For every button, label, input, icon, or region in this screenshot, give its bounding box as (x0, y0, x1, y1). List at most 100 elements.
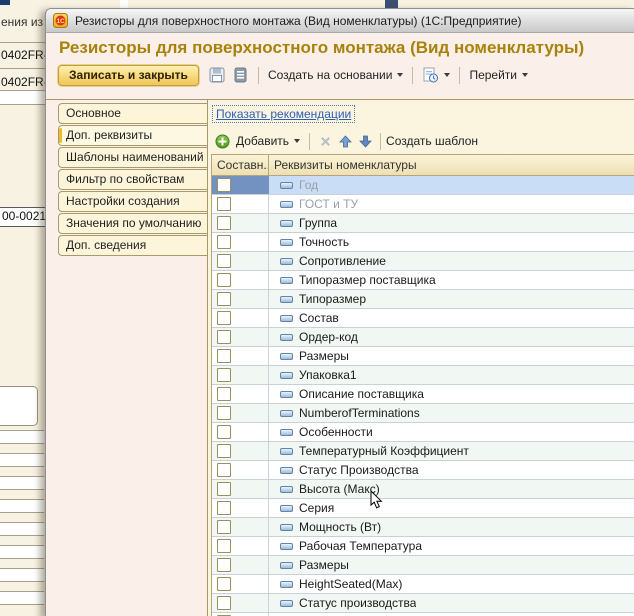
table-row[interactable]: Температурный Коэффициент (212, 442, 634, 461)
attribute-icon (280, 334, 293, 341)
attribute-cell[interactable]: Статус производства (269, 594, 634, 612)
move-up-button[interactable] (335, 131, 355, 151)
table-row[interactable]: Размеры (212, 347, 634, 366)
table-row[interactable]: Серия (212, 499, 634, 518)
row-checkbox[interactable] (217, 330, 231, 344)
attribute-cell[interactable]: Описание поставщика (269, 385, 634, 403)
table-row[interactable]: Высота (Макс) (212, 480, 634, 499)
table-row[interactable]: Ордер-код (212, 328, 634, 347)
table-row[interactable]: Точность (212, 233, 634, 252)
attribute-icon (280, 524, 293, 531)
attribute-label: Состав (299, 311, 339, 325)
reports-button[interactable] (418, 67, 454, 83)
row-checkbox[interactable] (217, 482, 231, 496)
table-row[interactable]: Типоразмер (212, 290, 634, 309)
row-checkbox[interactable] (217, 235, 231, 249)
row-checkbox[interactable] (217, 577, 231, 591)
go-to-button[interactable]: Перейти (465, 68, 532, 82)
row-checkbox[interactable] (217, 292, 231, 306)
attribute-cell[interactable]: Группа (269, 214, 634, 232)
save-and-close-button[interactable]: Записать и закрыть (58, 65, 199, 86)
row-checkbox[interactable] (217, 311, 231, 325)
attribute-cell[interactable]: Высота (Макс) (269, 480, 634, 498)
sidebar-tab-1[interactable]: Основное (58, 103, 207, 124)
table-row[interactable]: Описание поставщика (212, 385, 634, 404)
window-title-bar[interactable]: 1С Резисторы для поверхностного монтажа … (46, 9, 634, 33)
table-row[interactable]: Рабочая Температура (212, 537, 634, 556)
attribute-cell[interactable]: HeightSeated(Max) (269, 575, 634, 593)
table-row[interactable]: Статус производства (212, 594, 634, 613)
row-checkbox[interactable] (217, 216, 231, 230)
row-checkbox[interactable] (217, 178, 231, 192)
attribute-cell[interactable]: Температурный Коэффициент (269, 442, 634, 460)
composite-cell (212, 214, 269, 232)
attribute-cell[interactable]: Размеры (269, 347, 634, 365)
delete-button[interactable] (315, 131, 335, 151)
create-based-on-button[interactable]: Создать на основании (264, 68, 408, 82)
show-recommendations-link[interactable]: Показать рекомендации (212, 105, 355, 123)
row-checkbox[interactable] (217, 444, 231, 458)
column-header-attributes[interactable]: Реквизиты номенклатуры (269, 155, 634, 175)
table-row[interactable]: Сопротивление (212, 252, 634, 271)
sidebar-tab-6[interactable]: Значения по умолчанию (58, 213, 207, 234)
table-row[interactable]: ГОСТ и ТУ (212, 195, 634, 214)
show-in-list-button[interactable] (229, 64, 253, 86)
row-checkbox[interactable] (217, 425, 231, 439)
attribute-cell[interactable]: ГОСТ и ТУ (269, 195, 634, 213)
row-checkbox[interactable] (217, 539, 231, 553)
sidebar-tab-7[interactable]: Доп. сведения (58, 235, 207, 256)
composite-cell (212, 575, 269, 593)
row-checkbox[interactable] (217, 406, 231, 420)
attribute-cell[interactable]: Размеры (269, 556, 634, 574)
row-checkbox[interactable] (217, 501, 231, 515)
create-template-button[interactable]: Создать шаблон (386, 134, 478, 148)
row-checkbox[interactable] (217, 387, 231, 401)
sidebar-tab-5[interactable]: Настройки создания (58, 191, 207, 212)
table-row[interactable]: Год (212, 176, 634, 195)
row-checkbox[interactable] (217, 254, 231, 268)
sidebar-tab-2[interactable]: Доп. реквизиты (58, 125, 207, 146)
attribute-cell[interactable]: Состав (269, 309, 634, 327)
table-row[interactable]: Группа (212, 214, 634, 233)
sidebar-tab-3[interactable]: Шаблоны наименований (58, 147, 207, 168)
table-row[interactable]: Размеры (212, 556, 634, 575)
move-down-button[interactable] (355, 131, 375, 151)
attribute-icon (280, 562, 293, 569)
attribute-cell[interactable]: Рабочая Температура (269, 537, 634, 555)
attribute-cell[interactable]: Статус Производства (269, 461, 634, 479)
row-checkbox[interactable] (217, 349, 231, 363)
sidebar-tab-4[interactable]: Фильтр по свойствам (58, 169, 207, 190)
table-row[interactable]: Упаковка1 (212, 366, 634, 385)
save-button[interactable] (205, 64, 229, 86)
table-row[interactable]: HeightSeated(Max) (212, 575, 634, 594)
attribute-cell[interactable]: NumberofTerminations (269, 404, 634, 422)
table-row[interactable]: Особенности (212, 423, 634, 442)
attribute-cell[interactable]: Серия (269, 499, 634, 517)
attribute-cell[interactable]: Ордер-код (269, 328, 634, 346)
attribute-cell[interactable]: Особенности (269, 423, 634, 441)
row-checkbox[interactable] (217, 463, 231, 477)
column-header-composite[interactable]: Составн... (212, 155, 269, 175)
table-row[interactable]: Статус Производства (212, 461, 634, 480)
table-row[interactable]: Мощность (Вт) (212, 518, 634, 537)
attribute-cell[interactable]: Мощность (Вт) (269, 518, 634, 536)
add-button[interactable]: Добавить (232, 134, 304, 148)
row-checkbox[interactable] (217, 368, 231, 382)
attribute-cell[interactable]: Типоразмер поставщика (269, 271, 634, 289)
row-checkbox[interactable] (217, 520, 231, 534)
table-row[interactable]: Состав (212, 309, 634, 328)
attribute-cell[interactable]: Типоразмер (269, 290, 634, 308)
row-checkbox[interactable] (217, 197, 231, 211)
attribute-cell[interactable]: Упаковка1 (269, 366, 634, 384)
row-checkbox[interactable] (217, 596, 231, 610)
composite-cell (212, 518, 269, 536)
attribute-cell[interactable]: Точность (269, 233, 634, 251)
table-row[interactable]: Типоразмер поставщика (212, 271, 634, 290)
attribute-cell[interactable]: Сопротивление (269, 252, 634, 270)
attribute-cell[interactable]: Год (269, 176, 634, 194)
row-checkbox[interactable] (217, 273, 231, 287)
row-checkbox[interactable] (217, 558, 231, 572)
background-table-row (0, 568, 44, 582)
composite-cell (212, 290, 269, 308)
table-row[interactable]: NumberofTerminations (212, 404, 634, 423)
